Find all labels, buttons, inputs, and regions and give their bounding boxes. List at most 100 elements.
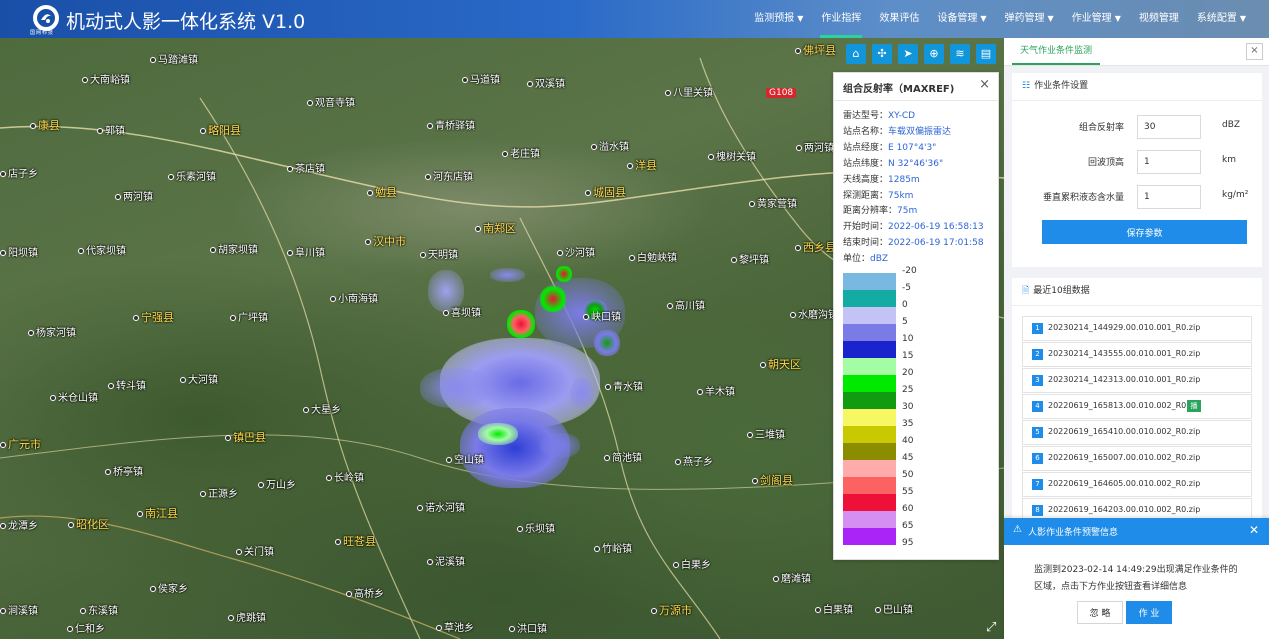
tab-weather-monitor[interactable]: 天气作业条件监测 bbox=[1012, 38, 1101, 65]
logo-icon bbox=[37, 9, 55, 27]
map-place-label: 店子乡 bbox=[0, 165, 38, 180]
file-index-badge: 3 bbox=[1032, 375, 1043, 386]
map-place-label: 万源市 bbox=[651, 602, 692, 618]
map-place-label: 羊木镇 bbox=[697, 383, 735, 398]
settings-row: 回波顶高 km bbox=[1012, 150, 1262, 174]
map-place-label: 万山乡 bbox=[258, 476, 296, 491]
legend-swatch bbox=[843, 392, 896, 409]
radar-info-row: 天线高度：1285m bbox=[843, 173, 984, 189]
home-icon[interactable]: ⌂ bbox=[846, 44, 866, 64]
map-place-label: 旺苍县 bbox=[335, 533, 376, 549]
warning-header: ⚠ 人影作业条件预警信息 ✕ bbox=[1004, 518, 1269, 545]
map-place-label: 代家坝镇 bbox=[78, 242, 126, 257]
chevron-down-icon: ▼ bbox=[980, 14, 987, 23]
close-icon[interactable]: × bbox=[1246, 43, 1263, 60]
close-icon[interactable]: ✕ bbox=[1249, 523, 1259, 537]
map-place-label: 槐树关镇 bbox=[708, 148, 756, 163]
radar-echo bbox=[540, 433, 580, 458]
legend-value: 35 bbox=[902, 419, 914, 429]
nav-label: 效果评估 bbox=[879, 13, 920, 24]
nav-item-4[interactable]: 弹药管理 ▼ bbox=[996, 0, 1063, 38]
nav-item-7[interactable]: 系统配置 ▼ bbox=[1188, 0, 1255, 38]
radar-info-key: 雷达型号： bbox=[843, 111, 889, 121]
recent-file-list: 1 20230214_144929.00.010.001_R0.zip 2 20230… bbox=[1022, 316, 1252, 524]
map-place-label: 镇巴县 bbox=[225, 429, 266, 445]
radar-echo bbox=[570, 378, 594, 408]
map-place-label: 双溪镇 bbox=[527, 75, 565, 90]
nav-item-2[interactable]: 效果评估 bbox=[870, 0, 928, 38]
settings-row: 垂直累积液态含水量 kg/m² bbox=[1012, 185, 1262, 209]
close-icon[interactable]: × bbox=[979, 77, 990, 92]
nav-item-6[interactable]: 视频管理 bbox=[1130, 0, 1188, 38]
map-place-label: 喜坝镇 bbox=[443, 304, 481, 319]
ignore-button[interactable]: 忽 略 bbox=[1077, 601, 1123, 624]
map-place-label: 白勉峡镇 bbox=[629, 249, 677, 264]
file-index-badge: 8 bbox=[1032, 505, 1043, 516]
file-list-item[interactable]: 2 20230214_143555.00.010.001_R0.zip bbox=[1022, 342, 1252, 367]
layers-icon[interactable]: ≋ bbox=[950, 44, 970, 64]
legend-value: 95 bbox=[902, 538, 914, 548]
fullscreen-icon[interactable]: ⤢ bbox=[986, 620, 996, 635]
settings-input[interactable] bbox=[1137, 115, 1201, 139]
nav-label: 作业管理 bbox=[1071, 13, 1112, 24]
legend-swatch bbox=[843, 477, 896, 494]
radar-info-key: 单位： bbox=[843, 254, 871, 265]
file-list-item[interactable]: 6 20220619_165007.00.010.002_R0.zip bbox=[1022, 446, 1252, 471]
radar-info-row: 雷达型号：XY-CD bbox=[843, 109, 984, 125]
map-place-label: 大南峪镇 bbox=[82, 71, 130, 86]
radar-echo bbox=[478, 423, 518, 445]
map-place-label: 诺水河镇 bbox=[417, 499, 465, 514]
legend-value: 20 bbox=[902, 368, 914, 378]
map-place-label: 仁和乡 bbox=[67, 620, 105, 635]
radar-info-row: 距离分辨率：75m bbox=[843, 204, 984, 220]
file-list-item[interactable]: 4 20220619_165813.00.010.002_R0.zip 播 bbox=[1022, 394, 1252, 419]
globe-icon[interactable]: ⊕ bbox=[924, 44, 944, 64]
legend-value: 10 bbox=[902, 334, 914, 344]
map-place-label: 白果乡 bbox=[673, 556, 711, 571]
settings-label: 组合反射率 bbox=[1078, 123, 1124, 133]
nav-item-3[interactable]: 设备管理 ▼ bbox=[928, 0, 995, 38]
radar-info-row: 站点纬度：N 32°46'36" bbox=[843, 157, 984, 173]
warning-popup: ⚠ 人影作业条件预警信息 ✕ 监测到2023-02-14 14:49:29出现满… bbox=[1004, 518, 1269, 639]
legend-value: 50 bbox=[902, 470, 914, 480]
map-place-label: 小南海镇 bbox=[330, 290, 378, 305]
nav-label: 系统配置 bbox=[1196, 13, 1237, 24]
send-icon[interactable]: ➤ bbox=[898, 44, 918, 64]
file-list-item[interactable]: 5 20220619_165410.00.010.002_R0.zip bbox=[1022, 420, 1252, 445]
map-place-label: 转斗镇 bbox=[108, 377, 146, 392]
table-icon[interactable]: ▤ bbox=[976, 44, 996, 64]
radar-info-key: 天线高度： bbox=[843, 174, 889, 185]
nav-label: 监测预报 bbox=[754, 13, 795, 24]
file-tag-badge: 播 bbox=[1187, 400, 1201, 412]
map-place-label: 黄家营镇 bbox=[749, 195, 797, 210]
file-list-item[interactable]: 3 20230214_142313.00.010.001_R0.zip bbox=[1022, 368, 1252, 393]
map-place-label: 杨家河镇 bbox=[28, 324, 76, 339]
work-button[interactable]: 作 业 bbox=[1126, 601, 1172, 624]
nav-item-1[interactable]: 作业指挥 bbox=[812, 0, 870, 38]
map-place-label: 侯家乡 bbox=[150, 580, 188, 595]
settings-title: 作业条件设置 bbox=[1034, 81, 1089, 91]
file-name: 20220619_164605.00.010.002_R0.zip bbox=[1048, 479, 1201, 488]
nav-label: 设备管理 bbox=[937, 13, 978, 24]
map-place-label: 大河镇 bbox=[180, 371, 218, 386]
file-list-item[interactable]: 7 20220619_164605.00.010.002_R0.zip bbox=[1022, 472, 1252, 497]
legend-value: 65 bbox=[902, 521, 914, 531]
file-list-item[interactable]: 1 20230214_144929.00.010.001_R0.zip bbox=[1022, 316, 1252, 341]
legend-value: 25 bbox=[902, 385, 914, 395]
map-place-label: 老庄镇 bbox=[502, 145, 540, 160]
save-params-button[interactable]: 保存参数 bbox=[1042, 220, 1247, 244]
radar-info-row: 开始时间：2022-06-19 16:58:13 bbox=[843, 220, 984, 236]
nav-item-5[interactable]: 作业管理 ▼ bbox=[1063, 0, 1130, 38]
warning-title: 人影作业条件预警信息 bbox=[1028, 528, 1119, 538]
file-name: 20230214_144929.00.010.001_R0.zip bbox=[1048, 323, 1201, 332]
file-name: 20220619_165410.00.010.002_R0.zip bbox=[1048, 427, 1201, 436]
radar-info-row: 探测距离：75km bbox=[843, 189, 984, 205]
satellite-icon[interactable]: ✣ bbox=[872, 44, 892, 64]
legend-value: 40 bbox=[902, 436, 914, 446]
radar-info-key: 结束时间： bbox=[843, 238, 889, 249]
map-place-label: 八里关镇 bbox=[665, 84, 713, 99]
settings-input[interactable] bbox=[1137, 150, 1201, 174]
nav-item-0[interactable]: 监测预报 ▼ bbox=[745, 0, 812, 38]
legend-swatch bbox=[843, 426, 896, 443]
settings-input[interactable] bbox=[1137, 185, 1201, 209]
